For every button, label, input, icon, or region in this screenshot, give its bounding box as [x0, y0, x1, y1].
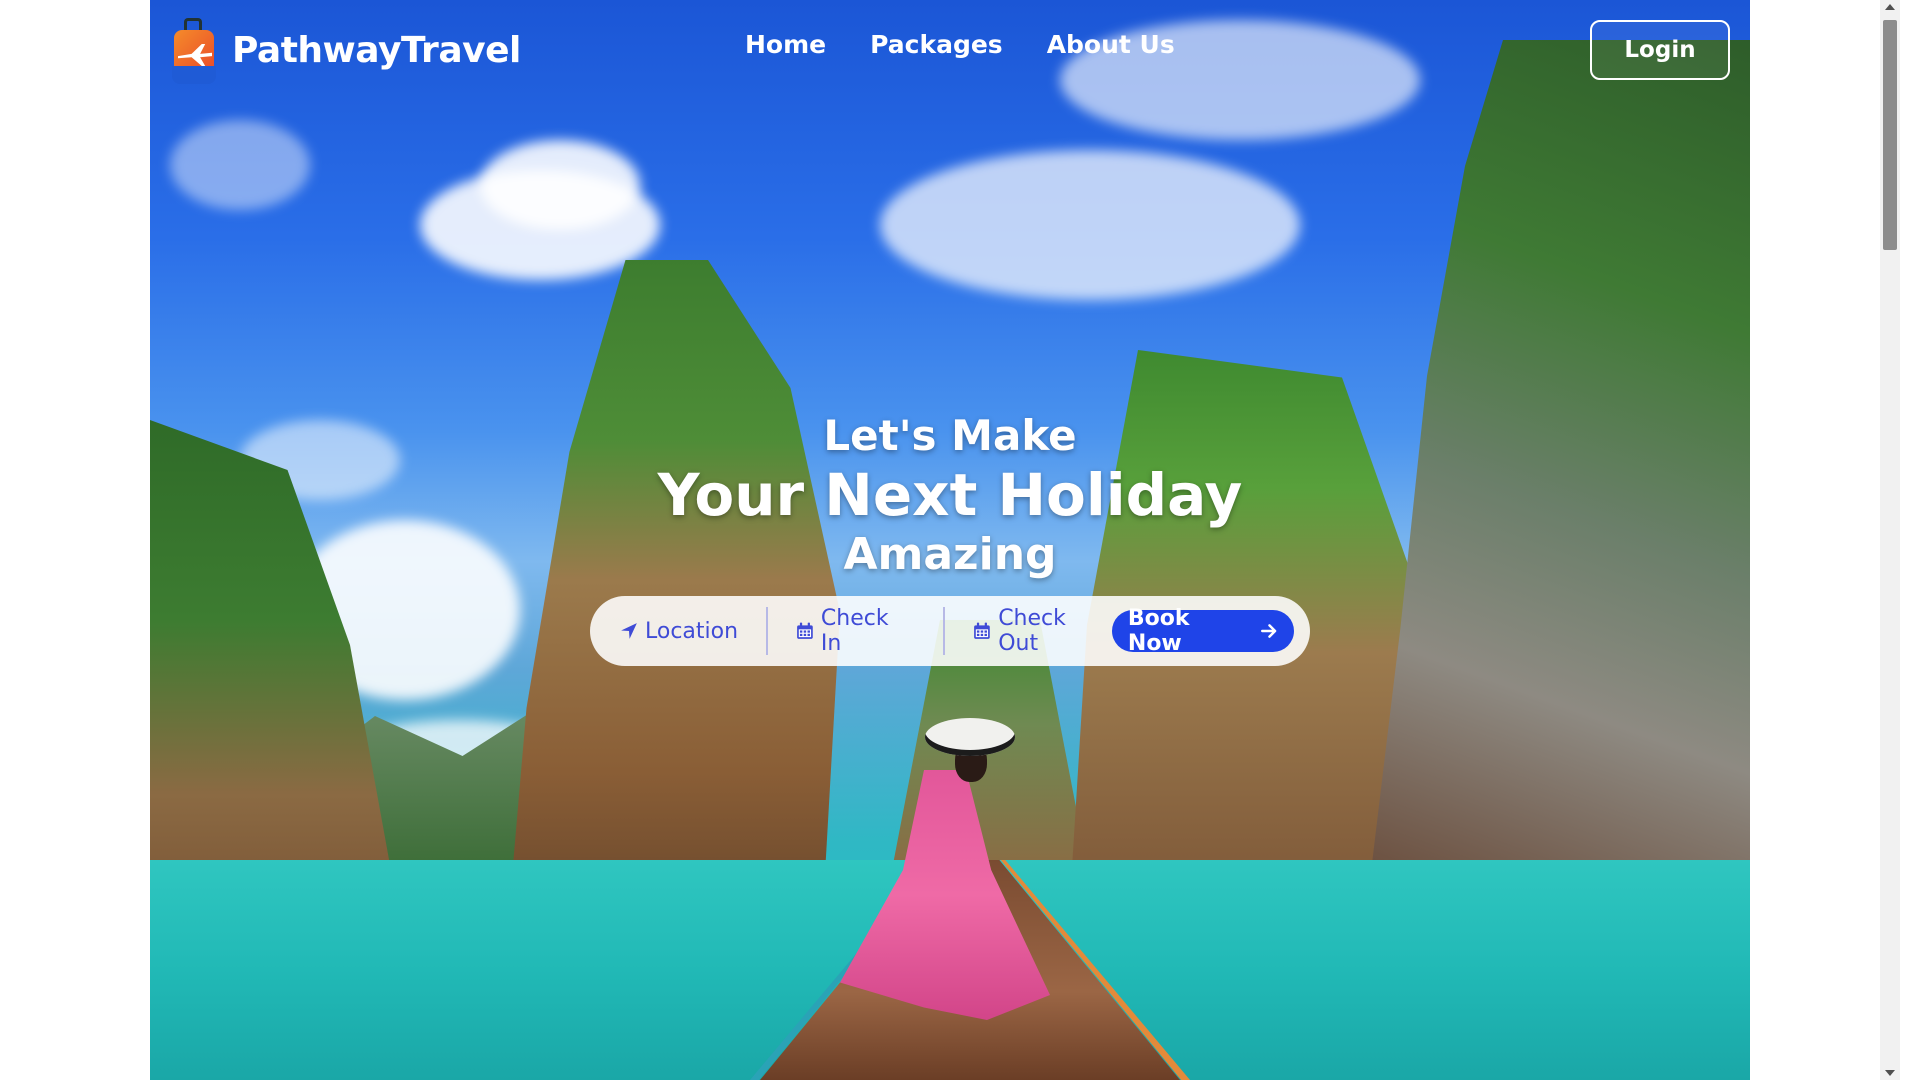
- cloud: [170, 120, 310, 210]
- hero-headline: Let's Make Your Next Holiday Amazing: [150, 410, 1750, 582]
- brand-name: PathwayTravel: [232, 29, 521, 71]
- nav-packages-link[interactable]: Packages: [870, 30, 1003, 59]
- check-in-label: Check In: [820, 606, 889, 656]
- nav-home-link[interactable]: Home: [745, 30, 826, 59]
- login-button[interactable]: Login: [1590, 20, 1730, 80]
- hero-line-1: Let's Make: [823, 411, 1077, 460]
- location-label: Location: [645, 618, 739, 644]
- scroll-up-arrow-icon[interactable]: [1885, 4, 1895, 10]
- location-arrow-icon: [621, 623, 637, 639]
- hero-line-3: Amazing: [843, 529, 1057, 580]
- navbar: PathwayTravel Home Packages About Us Log…: [150, 0, 1750, 100]
- page-viewport: PathwayTravel Home Packages About Us Log…: [0, 0, 1900, 1080]
- scroll-down-arrow-icon[interactable]: [1885, 1070, 1895, 1076]
- vertical-scrollbar[interactable]: [1880, 0, 1900, 1080]
- scrollbar-thumb[interactable]: [1883, 20, 1897, 250]
- check-out-field[interactable]: Check Out: [973, 606, 1112, 656]
- book-now-button[interactable]: Book Now: [1111, 606, 1294, 656]
- hero-line-2: Your Next Holiday: [657, 461, 1243, 529]
- calendar-icon: [797, 622, 813, 639]
- booking-search-bar: Location Check In Check Out Book Now: [590, 596, 1310, 666]
- arrow-right-icon: [1261, 624, 1277, 638]
- book-now-label: Book Now: [1127, 606, 1190, 656]
- cloud: [480, 140, 640, 230]
- calendar-icon: [974, 622, 991, 639]
- sun-hat: [925, 718, 1015, 756]
- suitcase-plane-logo-icon: [168, 14, 220, 86]
- cloud: [880, 150, 1300, 300]
- nav-about-us-link[interactable]: About Us: [1047, 30, 1175, 59]
- main-nav: Home Packages About Us: [745, 30, 1175, 59]
- check-out-label: Check Out: [998, 606, 1066, 656]
- brand-link[interactable]: PathwayTravel: [168, 14, 521, 86]
- field-divider: [943, 607, 946, 655]
- field-divider: [766, 607, 769, 655]
- check-in-field[interactable]: Check In: [796, 606, 915, 656]
- location-field[interactable]: Location: [620, 619, 738, 644]
